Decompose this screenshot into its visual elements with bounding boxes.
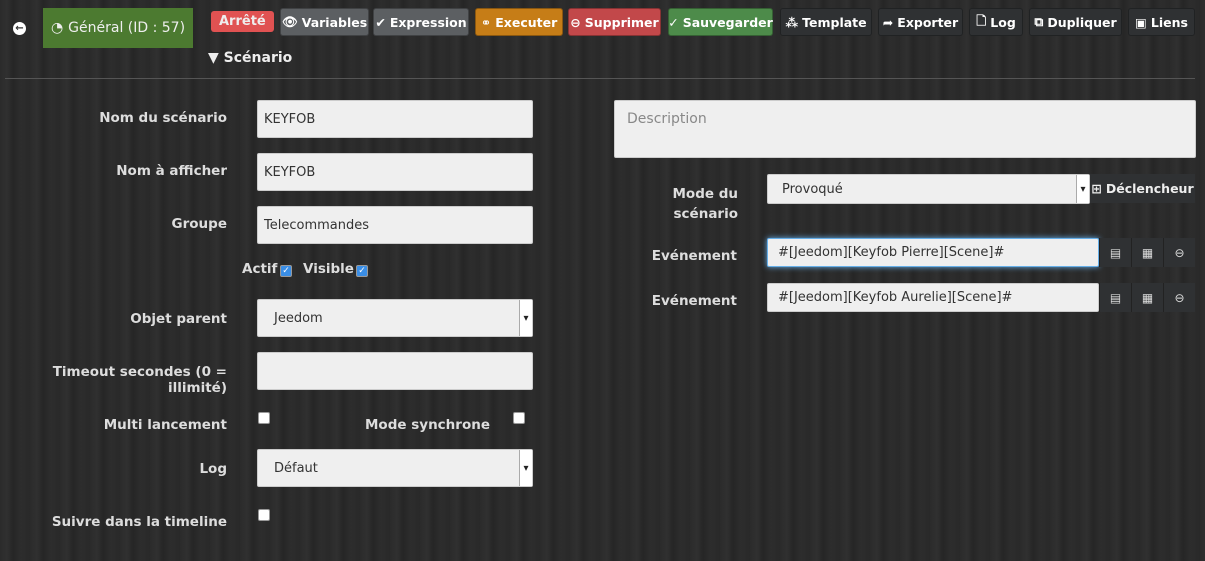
actif-label: Actif xyxy=(242,261,278,277)
visible-checkbox[interactable]: ✓ xyxy=(356,265,368,277)
mode-select[interactable]: Provoqué xyxy=(767,174,1090,204)
divider xyxy=(5,78,1195,79)
calculator-icon[interactable]: ▦ xyxy=(1131,238,1163,267)
tab-scenario[interactable]: ▼ Scénario xyxy=(208,50,292,66)
eye-icon: 👁 xyxy=(281,14,298,29)
parent-label: Objet parent xyxy=(130,311,227,327)
sync-checkbox[interactable] xyxy=(513,412,525,424)
plus-square-icon: ⊞ xyxy=(1091,181,1102,196)
nom-input[interactable]: KEYFOB xyxy=(257,100,533,138)
description-textarea[interactable]: Description xyxy=(614,100,1196,158)
log-label: Log xyxy=(199,461,227,477)
groupe-label: Groupe xyxy=(171,216,227,232)
nom-label: Nom du scénario xyxy=(99,110,227,126)
actif-checkbox[interactable]: ✓ xyxy=(280,265,292,277)
template-button[interactable]: ⁂ Template xyxy=(780,8,872,36)
groupe-input[interactable]: Telecommandes xyxy=(257,206,533,244)
calculator-icon[interactable]: ▦ xyxy=(1131,283,1163,312)
tab-general[interactable]: ◔ Général (ID : 57) xyxy=(43,8,193,48)
log-button[interactable]: 🗋 Log xyxy=(969,8,1023,36)
minus-circle-icon[interactable]: ⊖ xyxy=(1163,238,1195,267)
list-icon[interactable]: ▤ xyxy=(1099,238,1131,267)
log-select[interactable]: Défaut xyxy=(257,449,533,487)
timeline-checkbox[interactable] xyxy=(258,509,270,521)
supprimer-button[interactable]: ⊖ Supprimer xyxy=(568,8,661,36)
copy-icon: ⧉ xyxy=(1034,14,1044,29)
multi-label: Multi lancement xyxy=(103,417,227,433)
event-input[interactable]: #[Jeedom][Keyfob Pierre][Scene]# xyxy=(767,238,1099,267)
visible-label: Visible xyxy=(303,261,354,277)
event-label: Evénement xyxy=(651,293,737,309)
file-icon: 🗋 xyxy=(976,12,987,28)
exporter-button[interactable]: ➦ Exporter xyxy=(878,8,963,36)
afficher-input[interactable]: KEYFOB xyxy=(257,153,533,191)
parent-select[interactable]: Jeedom xyxy=(257,299,533,337)
multi-checkbox[interactable] xyxy=(258,412,270,424)
check-circle-icon: ✓ xyxy=(668,14,679,30)
back-icon[interactable]: ← xyxy=(13,22,26,35)
object-group-icon: ▣ xyxy=(1135,14,1147,30)
sauvegarder-button[interactable]: ✓ Sauvegarder xyxy=(668,8,773,36)
liens-button[interactable]: ▣ Liens xyxy=(1128,8,1195,36)
event-label: Evénement xyxy=(651,248,737,264)
minus-circle-icon[interactable]: ⊖ xyxy=(1163,283,1195,312)
dashboard-icon: ◔ xyxy=(50,20,64,36)
timeout-input[interactable] xyxy=(257,352,533,390)
minus-circle-icon: ⊖ xyxy=(570,14,581,30)
mode-label: Mode du scénario xyxy=(672,186,738,222)
timeout-label: Timeout secondes (0 = illimité) xyxy=(52,364,227,396)
filter-icon: ▼ xyxy=(208,50,219,66)
afficher-label: Nom à afficher xyxy=(116,163,227,179)
cubes-icon: ⁂ xyxy=(785,14,799,30)
status-badge: Arrêté xyxy=(211,11,274,32)
event-input[interactable]: #[Jeedom][Keyfob Aurelie][Scene]# xyxy=(767,283,1099,312)
expression-button[interactable]: ✔ Expression xyxy=(373,8,469,36)
list-icon[interactable]: ▤ xyxy=(1099,283,1131,312)
check-icon: ✔ xyxy=(375,14,386,30)
share-icon: ➦ xyxy=(882,14,894,30)
sync-label: Mode synchrone xyxy=(365,417,490,433)
timeline-label: Suivre dans la timeline xyxy=(51,514,227,530)
dupliquer-button[interactable]: ⧉ Dupliquer xyxy=(1029,8,1122,36)
variables-button[interactable]: 👁 Variables xyxy=(280,8,369,36)
gamepad-icon: ⚭ xyxy=(480,14,492,30)
executer-button[interactable]: ⚭ Executer xyxy=(475,8,563,36)
declencheur-button[interactable]: ⊞ Déclencheur xyxy=(1090,174,1195,203)
